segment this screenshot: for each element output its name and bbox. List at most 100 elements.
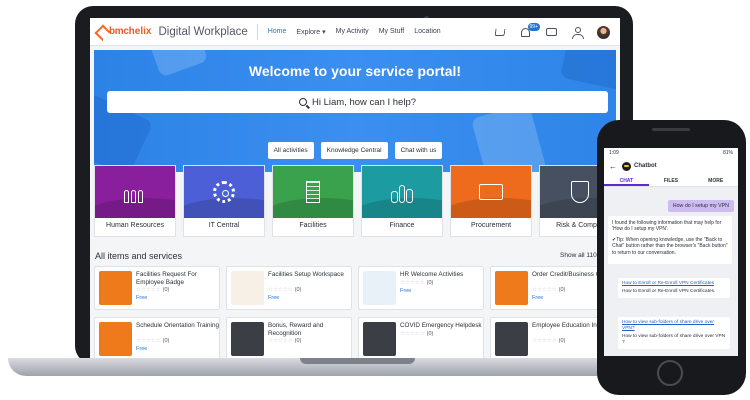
rating-stars: ☆☆☆☆☆ (0) <box>400 280 433 286</box>
phone-home-button[interactable] <box>657 360 683 386</box>
header-divider <box>256 23 258 40</box>
rating-stars: ☆☆☆☆☆ (0) <box>268 338 301 344</box>
laptop-screen: bmc helix Digital Workplace Home Explore… <box>90 18 620 358</box>
app-title: Digital Workplace <box>158 25 248 38</box>
service-item-card[interactable]: COVID Emergency Helpdesk ☆☆☆☆☆ (0) <box>358 317 484 358</box>
star-icons: ☆☆☆☆☆ <box>268 338 293 344</box>
service-title: Bonus, Reward and Recognition <box>268 322 324 337</box>
nav-location[interactable]: Location <box>414 28 440 35</box>
category-facilities[interactable]: Facilities <box>272 165 354 237</box>
service-price: Free <box>268 295 280 301</box>
rating-count: (0) <box>162 287 170 293</box>
banner-title: Welcome to your service portal! <box>248 63 462 79</box>
service-price: Free <box>136 346 148 352</box>
knowledge-link-card[interactable]: How to view sub-folders of share drive o… <box>618 317 730 349</box>
category-art <box>362 166 442 218</box>
notifications-button[interactable]: 99+ <box>519 22 540 39</box>
service-price: Free <box>400 288 412 294</box>
show-all-link[interactable]: Show all 110 <box>560 252 597 259</box>
notification-badge: 99+ <box>527 22 540 31</box>
nav-my-stuff[interactable]: My Stuff <box>379 28 405 35</box>
building-icon <box>306 181 320 203</box>
service-thumbnail <box>231 322 264 356</box>
category-procurement[interactable]: Procurement <box>450 165 532 237</box>
rating-count: (0) <box>294 338 302 344</box>
rating-count: (0) <box>294 287 302 293</box>
nav-my-activity[interactable]: My Activity <box>336 28 369 35</box>
person-icon <box>571 27 584 39</box>
banner-decoration <box>470 103 548 172</box>
service-title: COVID Emergency Helpdesk <box>400 322 482 329</box>
all-activities-button[interactable]: All activities <box>267 142 314 159</box>
knowledge-link[interactable]: How to view sub-folders of share drive o… <box>622 320 726 332</box>
shield-icon <box>571 181 589 203</box>
profile-button[interactable] <box>571 26 584 39</box>
search-icon <box>298 98 307 106</box>
star-icons: ☆☆☆☆☆ <box>400 280 425 286</box>
knowledge-link-card[interactable]: How to Enroll or Re-Enroll VPN Certifica… <box>618 278 730 298</box>
header-actions: 99+ <box>480 18 610 46</box>
tab-more[interactable]: MORE <box>693 174 738 186</box>
category-human-resources[interactable]: Human Resources <box>94 165 176 237</box>
service-thumbnail <box>231 271 264 305</box>
chat-header: ← Chatbot <box>604 158 738 174</box>
knowledge-desc: How to Enroll or Re-Enroll VPN Certifica… <box>622 289 716 294</box>
nav-home[interactable]: Home <box>268 28 287 35</box>
rating-count: (0) <box>558 338 566 344</box>
rating-stars: ☆☆☆☆☆ (0) <box>532 338 565 344</box>
service-item-card[interactable]: HR Welcome Activities ☆☆☆☆☆ (0) Free <box>358 266 484 310</box>
back-arrow-icon[interactable]: ← <box>609 162 617 171</box>
main-nav: Home Explore ▾ My Activity My Stuff Loca… <box>263 28 446 36</box>
laptop-notch <box>300 358 415 364</box>
coins-icon <box>391 181 414 203</box>
search-input[interactable]: Hi Liam, how can I help? <box>107 91 608 113</box>
quick-actions: All activities Knowledge Central Chat wi… <box>94 142 616 159</box>
category-label: Facilities <box>299 222 327 229</box>
service-price: Free <box>136 295 148 301</box>
category-label: Human Resources <box>106 222 164 229</box>
star-icons: ☆☆☆☆☆ <box>400 331 425 337</box>
people-icon <box>124 181 146 203</box>
bot-avatar-icon <box>622 161 631 171</box>
chat-tabs: CHAT FILES MORE <box>604 174 738 187</box>
search-placeholder: Hi Liam, how can I help? <box>311 96 417 108</box>
service-title: Facilities Request For Employee Badge <box>136 271 197 286</box>
service-thumbnail <box>99 271 132 305</box>
chat-button[interactable] <box>545 26 558 39</box>
service-item-card[interactable]: Schedule Orientation Training ☆☆☆☆☆ (0) Fre… <box>94 317 220 358</box>
service-thumbnail <box>99 322 132 356</box>
helix-logo-icon <box>97 27 107 37</box>
service-thumbnail <box>363 271 396 305</box>
knowledge-link[interactable]: How to Enroll or Re-Enroll VPN Certifica… <box>622 281 726 287</box>
tab-files[interactable]: FILES <box>649 174 694 186</box>
service-title: Facilities Setup Workspace <box>268 271 344 278</box>
service-item-card[interactable]: Bonus, Reward and Recognition ☆☆☆☆☆ (0) <box>226 317 352 358</box>
service-title: Schedule Orientation Training <box>136 322 219 329</box>
service-thumbnail <box>495 322 528 356</box>
service-thumbnail <box>363 322 396 356</box>
user-avatar[interactable] <box>597 25 610 39</box>
gear-icon <box>213 181 235 203</box>
nav-explore[interactable]: Explore ▾ <box>296 28 325 36</box>
knowledge-desc: How to view sub-folders of share drive o… <box>622 334 726 345</box>
rating-stars: ☆☆☆☆☆ (0) <box>400 331 433 337</box>
bot-message: I found the following information that m… <box>608 216 732 265</box>
category-label: Finance <box>389 222 415 229</box>
tab-chat[interactable]: CHAT <box>604 174 649 186</box>
rating-stars: ☆☆☆☆☆ (0) <box>136 287 169 293</box>
category-art <box>451 166 531 218</box>
knowledge-central-button[interactable]: Knowledge Central <box>320 142 388 159</box>
service-item-card[interactable]: Facilities Request For Employee Badge ☆☆☆… <box>94 266 220 310</box>
service-item-card[interactable]: Facilities Setup Workspace ☆☆☆☆☆ (0) Free <box>226 266 352 310</box>
cart-button[interactable] <box>493 26 506 39</box>
star-icons: ☆☆☆☆☆ <box>136 287 161 293</box>
chat-with-us-button[interactable]: Chat with us <box>394 142 443 159</box>
rating-stars: ☆☆☆☆☆ (0) <box>532 287 565 293</box>
bmc-helix-logo[interactable]: bmc helix <box>97 26 151 37</box>
bot-message-tip: ✔Tip: When opening knowledge, use the "B… <box>612 236 728 256</box>
top-header: bmc helix Digital Workplace Home Explore… <box>90 18 620 46</box>
star-icons: ☆☆☆☆☆ <box>532 338 557 344</box>
rating-count: (0) <box>558 287 566 293</box>
category-finance[interactable]: Finance <box>361 165 443 237</box>
category-it-central[interactable]: IT Central <box>183 165 265 237</box>
